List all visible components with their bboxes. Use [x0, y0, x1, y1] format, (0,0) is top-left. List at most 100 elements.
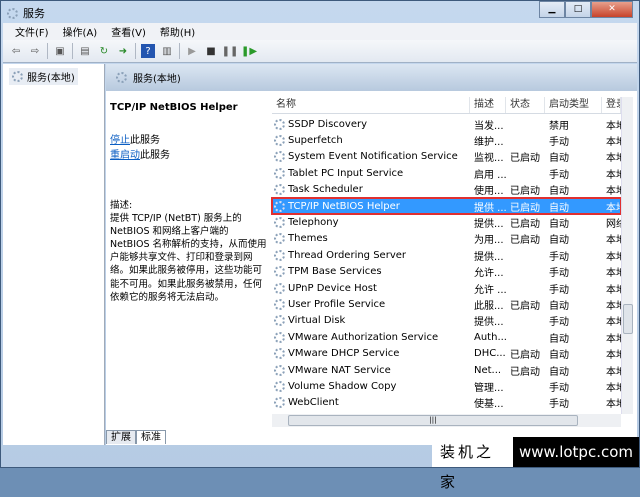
service-icon [274, 233, 285, 245]
refresh-icon[interactable]: ↻ [97, 44, 111, 58]
table-row[interactable]: Themes 为用... 已启动自动 本地 [272, 231, 621, 247]
service-description: Auth... [474, 331, 506, 343]
tree-item-services-local[interactable]: 服务(本地) [9, 68, 78, 85]
service-status: 已启动 [510, 202, 540, 214]
table-row[interactable]: System Event Notification Service 监视... 已启… [272, 149, 621, 165]
service-logon: 本地 [606, 202, 621, 214]
service-icon [274, 135, 285, 147]
table-row[interactable]: UPnP Device Host 允许 ... 手动 本地 [272, 280, 621, 296]
table-row[interactable]: Thread Ordering Server 提供... 手动 本地 [272, 247, 621, 263]
table-row[interactable]: Telephony 提供... 已启动自动 网络 [272, 214, 621, 230]
properties-icon[interactable]: ▤ [78, 44, 92, 58]
table-row[interactable]: User Profile Service 此服... 已启动自动 本地 [272, 296, 621, 312]
service-icon [274, 315, 285, 327]
service-description: 启用 ... [474, 169, 506, 181]
table-row[interactable]: VMware Authorization Service Auth... 自动 本地 [272, 329, 621, 345]
service-logon: 本地 [606, 399, 621, 411]
watermark: 装机之家 www.lotpc.com [432, 437, 639, 491]
menu-action[interactable]: 操作(A) [63, 24, 98, 39]
table-row[interactable]: Superfetch 维护... 手动 本地 [272, 132, 621, 148]
service-logon: 本地 [606, 300, 621, 312]
table-row[interactable]: TCP/IP NetBIOS Helper 提供 ... 已启动自动 本地 [271, 196, 622, 216]
table-row[interactable]: VMware DHCP Service DHC... 已启动自动 本地 [272, 345, 621, 361]
vertical-scrollbar[interactable] [621, 97, 633, 414]
menu-view[interactable]: 查看(V) [111, 24, 146, 39]
service-logon: 本地 [606, 186, 621, 198]
service-name: TPM Base Services [288, 266, 382, 278]
maximize-button[interactable]: □ [565, 1, 591, 18]
service-icon [274, 282, 285, 294]
console-tree: 服务(本地) [3, 64, 105, 445]
service-status: 已启动 [510, 366, 540, 378]
table-row[interactable]: SSDP Discovery 当发... 禁用 本地 [272, 116, 621, 132]
start-service-icon[interactable]: ▶ [185, 44, 199, 58]
service-icon [274, 249, 285, 261]
table-row[interactable]: VMware NAT Service Net... 已启动自动 本地 [272, 362, 621, 378]
service-icon [274, 397, 285, 409]
service-description: 提供... [474, 251, 504, 263]
table-row[interactable]: WebClient 使基... 手动 本地 [272, 395, 621, 411]
service-name: Themes [288, 233, 328, 245]
service-description: 允许... [474, 268, 504, 280]
service-logon: 网络 [606, 219, 621, 231]
menu-file[interactable]: 文件(F) [15, 24, 49, 39]
service-name: User Profile Service [288, 298, 386, 310]
table-row[interactable]: Tablet PC Input Service 启用 ... 手动 本地 [272, 165, 621, 181]
main-pane: 服务(本地) TCP/IP NetBIOS Helper 停止此服务 重启动此服… [106, 64, 637, 445]
forward-icon[interactable]: ⇨ [28, 44, 42, 58]
close-button[interactable]: ✕ [591, 1, 633, 18]
scroll-thumb[interactable] [623, 304, 633, 334]
export-icon[interactable]: ➜ [116, 44, 130, 58]
service-description: 使用... [474, 186, 504, 198]
service-status: 已启动 [510, 153, 540, 165]
service-name: Tablet PC Input Service [288, 167, 404, 179]
service-startup-type: 手动 [549, 317, 569, 329]
back-icon[interactable]: ⇦ [9, 44, 23, 58]
table-row[interactable]: Virtual Disk 提供... 手动 本地 [272, 313, 621, 329]
service-title: TCP/IP NetBIOS Helper [110, 102, 238, 113]
service-startup-type: 手动 [549, 284, 569, 296]
table-row[interactable]: TPM Base Services 允许... 手动 本地 [272, 264, 621, 280]
column-status[interactable]: 状态 [506, 97, 545, 113]
service-startup-type: 自动 [549, 219, 569, 231]
column-logon[interactable]: 登录为 [602, 97, 621, 113]
service-description: 当发... [474, 120, 504, 132]
service-logon: 本地 [606, 382, 621, 394]
service-status: 已启动 [510, 219, 540, 231]
help-icon[interactable]: ? [141, 44, 155, 58]
service-name: TCP/IP NetBIOS Helper [288, 200, 400, 212]
tab-extended[interactable]: 扩展 [106, 430, 136, 444]
table-row[interactable]: Volume Shadow Copy 管理... 手动 本地 [272, 378, 621, 394]
column-description[interactable]: 描述 [470, 97, 506, 113]
console-tree-icon[interactable]: ▣ [53, 44, 67, 58]
stop-service-link[interactable]: 停止 [110, 135, 130, 146]
services-icon [12, 71, 23, 82]
service-startup-type: 手动 [549, 137, 569, 149]
action-pane-icon[interactable]: ▥ [160, 44, 174, 58]
description-text: 提供 TCP/IP (NetBT) 服务上的 NetBIOS 和网络上客户端的 … [110, 213, 267, 303]
service-name: Task Scheduler [288, 184, 363, 196]
tab-standard[interactable]: 标准 [136, 430, 166, 444]
restart-service-link[interactable]: 重启动 [110, 150, 140, 161]
service-logon: 本地 [606, 169, 621, 181]
pause-service-icon[interactable]: ❚❚ [222, 44, 239, 58]
service-description: 维护... [474, 137, 504, 149]
service-logon: 本地 [606, 251, 621, 263]
horizontal-scrollbar[interactable]: ||| [272, 414, 621, 427]
column-startup-type[interactable]: 启动类型 [545, 97, 602, 113]
table-row[interactable]: Task Scheduler 使用... 已启动自动 本地 [272, 182, 621, 198]
service-logon: 本地 [606, 317, 621, 329]
scroll-thumb[interactable]: ||| [288, 415, 578, 426]
stop-service-icon[interactable]: ■ [204, 44, 218, 58]
services-icon [116, 72, 127, 83]
minimize-button[interactable]: ▁ [539, 1, 565, 18]
restart-service-icon[interactable]: ❚▶ [241, 44, 257, 58]
window-title: 服务 [23, 7, 45, 20]
service-icon [274, 184, 285, 196]
service-startup-type: 自动 [549, 333, 569, 345]
menu-help[interactable]: 帮助(H) [160, 24, 195, 39]
service-logon: 本地 [606, 284, 621, 296]
service-status: 已启动 [510, 300, 540, 312]
column-name[interactable]: 名称 [272, 97, 470, 113]
service-icon [274, 380, 285, 392]
